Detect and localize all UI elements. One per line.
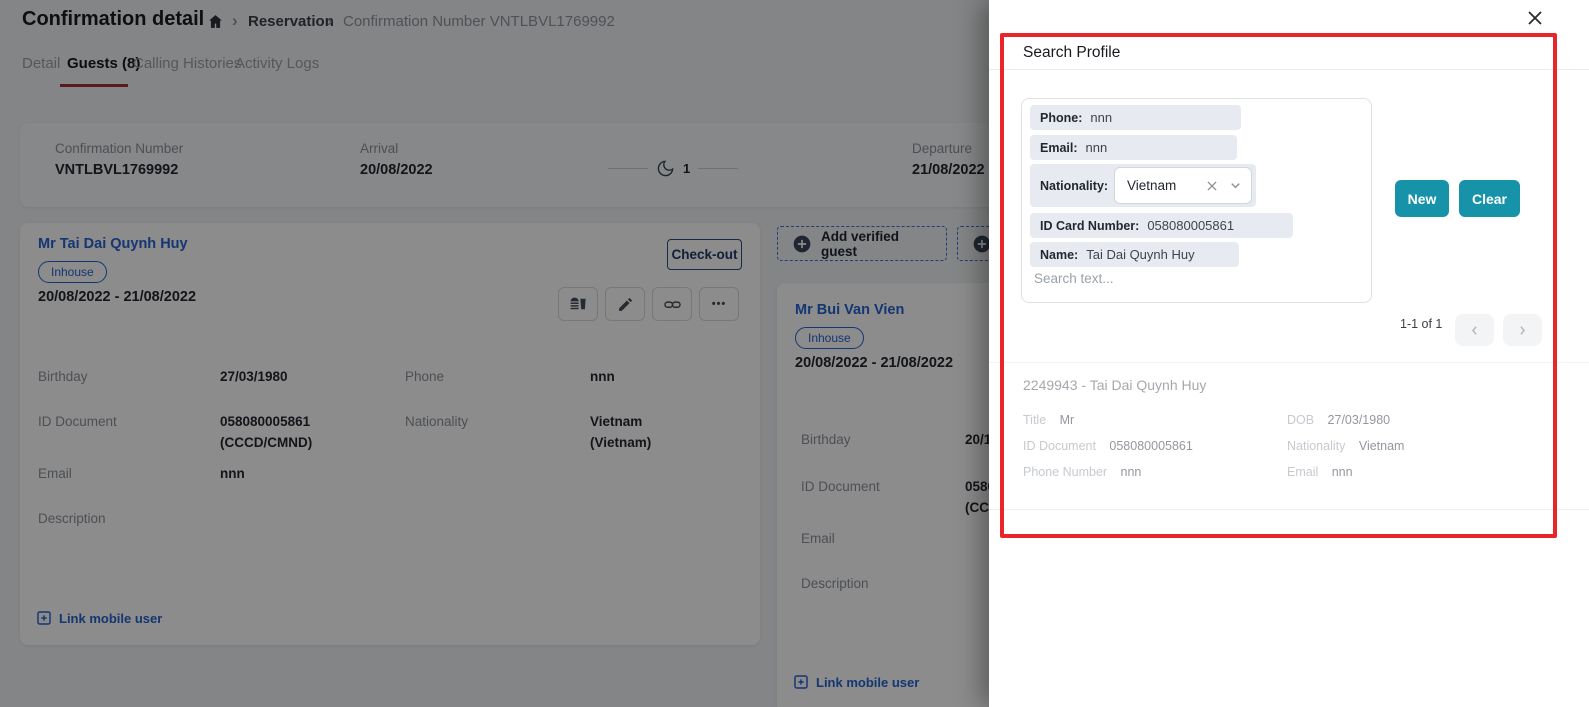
filter-value: nnn (1086, 140, 1108, 155)
filter-chip-phone[interactable]: Phone: nnn (1030, 105, 1241, 130)
filter-chip-email[interactable]: Email: nnn (1030, 135, 1237, 160)
filter-value: Tai Dai Quynh Huy (1086, 247, 1194, 262)
chevron-left-icon (1467, 323, 1482, 338)
result-label: DOB (1287, 413, 1314, 427)
new-button[interactable]: New (1395, 180, 1449, 217)
filter-chip-name[interactable]: Name: Tai Dai Quynh Huy (1030, 242, 1239, 267)
filter-box: Phone: nnn Email: nnn Nationality: Vietn… (1021, 98, 1372, 303)
result-row: Email nnn (1287, 463, 1353, 481)
selected-nationality: Vietnam (1127, 178, 1205, 193)
result-label: Phone Number (1023, 465, 1107, 479)
filter-label: Email: (1040, 141, 1078, 155)
filter-label: Name: (1040, 248, 1078, 262)
result-value: Mr (1060, 413, 1075, 427)
filter-value: nnn (1090, 110, 1112, 125)
chevron-right-icon (1515, 323, 1530, 338)
result-row: Nationality Vietnam (1287, 437, 1404, 455)
nationality-select[interactable]: Vietnam (1114, 167, 1252, 204)
clear-selection-icon[interactable] (1205, 179, 1219, 193)
filter-chip-nationality: Nationality: Vietnam (1030, 164, 1256, 207)
result-value: nnn (1121, 465, 1142, 479)
close-icon[interactable] (1522, 5, 1548, 31)
result-value: 058080005861 (1109, 439, 1192, 453)
result-value: nnn (1332, 465, 1353, 479)
result-heading: 2249943 - Tai Dai Quynh Huy (1023, 377, 1206, 393)
result-value: Vietnam (1359, 439, 1405, 453)
chevron-down-icon[interactable] (1228, 178, 1243, 193)
search-profile-drawer: Search Profile Phone: nnn Email: nnn Nat… (989, 0, 1589, 707)
search-input[interactable] (1034, 271, 1359, 286)
result-row: ID Document 058080005861 (1023, 437, 1193, 455)
result-row: Phone Number nnn (1023, 463, 1141, 481)
filter-chip-id-card[interactable]: ID Card Number: 058080005861 (1030, 213, 1293, 238)
filter-value: 058080005861 (1147, 218, 1234, 233)
result-label: ID Document (1023, 439, 1096, 453)
drawer-title: Search Profile (1023, 44, 1120, 62)
search-result-item[interactable]: 2249943 - Tai Dai Quynh Huy Title Mr DOB… (989, 362, 1589, 510)
previous-page-button[interactable] (1455, 314, 1494, 346)
result-row: Title Mr (1023, 411, 1074, 429)
pagination-status: 1-1 of 1 (1400, 317, 1442, 331)
result-label: Title (1023, 413, 1046, 427)
filter-label: Nationality: (1040, 179, 1108, 193)
result-label: Nationality (1287, 439, 1345, 453)
result-row: DOB 27/03/1980 (1287, 411, 1390, 429)
result-label: Email (1287, 465, 1318, 479)
modal-overlay (0, 0, 989, 707)
screen: Confirmation detail › Reservation › Conf… (0, 0, 1589, 707)
result-value: 27/03/1980 (1328, 413, 1391, 427)
filter-label: ID Card Number: (1040, 219, 1139, 233)
clear-button[interactable]: Clear (1459, 180, 1520, 217)
filter-label: Phone: (1040, 111, 1082, 125)
divider (989, 69, 1589, 70)
next-page-button[interactable] (1503, 314, 1542, 346)
